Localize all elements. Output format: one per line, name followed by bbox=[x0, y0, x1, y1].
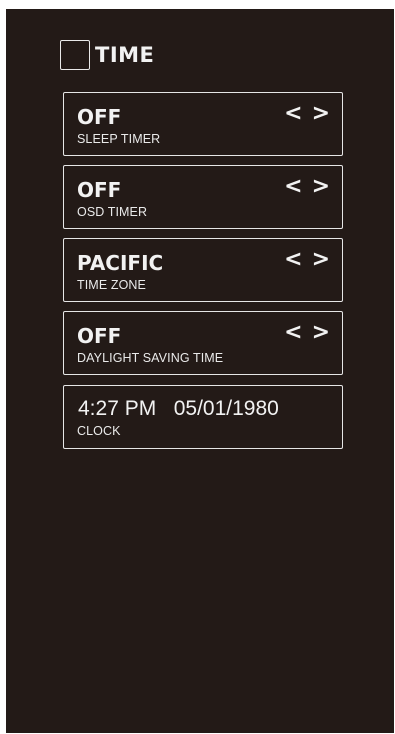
daylight-saving-time-label: DAYLIGHT SAVING TIME bbox=[77, 351, 224, 365]
chevron-left-icon[interactable]: < bbox=[284, 248, 302, 272]
chevron-right-icon[interactable]: > bbox=[312, 248, 330, 272]
chevron-left-icon[interactable]: < bbox=[284, 321, 302, 345]
sleep-timer-value: OFF bbox=[77, 105, 122, 129]
setting-row-osd-timer[interactable]: OFF OSD TIMER < > bbox=[63, 165, 343, 229]
daylight-saving-time-value: OFF bbox=[77, 324, 122, 348]
setting-row-sleep-timer[interactable]: OFF SLEEP TIMER < > bbox=[63, 92, 343, 156]
osd-timer-value: OFF bbox=[77, 178, 122, 202]
chevron-right-icon[interactable]: > bbox=[312, 321, 330, 345]
chevron-left-icon[interactable]: < bbox=[284, 102, 302, 126]
chevron-left-icon[interactable]: < bbox=[284, 175, 302, 199]
daylight-saving-time-arrows: < > bbox=[284, 321, 330, 345]
setting-row-daylight-saving-time[interactable]: OFF DAYLIGHT SAVING TIME < > bbox=[63, 311, 343, 375]
setting-row-clock[interactable]: 4:27 PM 05/01/1980 CLOCK bbox=[63, 385, 343, 449]
time-zone-label: TIME ZONE bbox=[77, 278, 146, 292]
clock-label: CLOCK bbox=[77, 424, 121, 438]
sleep-timer-arrows: < > bbox=[284, 102, 330, 126]
osd-timer-arrows: < > bbox=[284, 175, 330, 199]
time-menu-screen: TIME OFF SLEEP TIMER < > OFF OSD TIMER <… bbox=[6, 9, 394, 733]
chevron-right-icon[interactable]: > bbox=[312, 175, 330, 199]
osd-timer-label: OSD TIMER bbox=[77, 205, 148, 219]
sleep-timer-label: SLEEP TIMER bbox=[77, 132, 161, 146]
chevron-right-icon[interactable]: > bbox=[312, 102, 330, 126]
time-zone-arrows: < > bbox=[284, 248, 330, 272]
clock-datetime: 4:27 PM 05/01/1980 bbox=[78, 397, 279, 421]
empty-square-icon bbox=[60, 40, 90, 70]
menu-header: TIME bbox=[60, 39, 154, 71]
clock-date-value: 05/01/1980 bbox=[173, 397, 279, 420]
time-zone-value: PACIFIC bbox=[77, 251, 164, 275]
clock-time-value: 4:27 PM bbox=[78, 397, 157, 420]
setting-row-time-zone[interactable]: PACIFIC TIME ZONE < > bbox=[63, 238, 343, 302]
menu-title: TIME bbox=[95, 43, 155, 67]
